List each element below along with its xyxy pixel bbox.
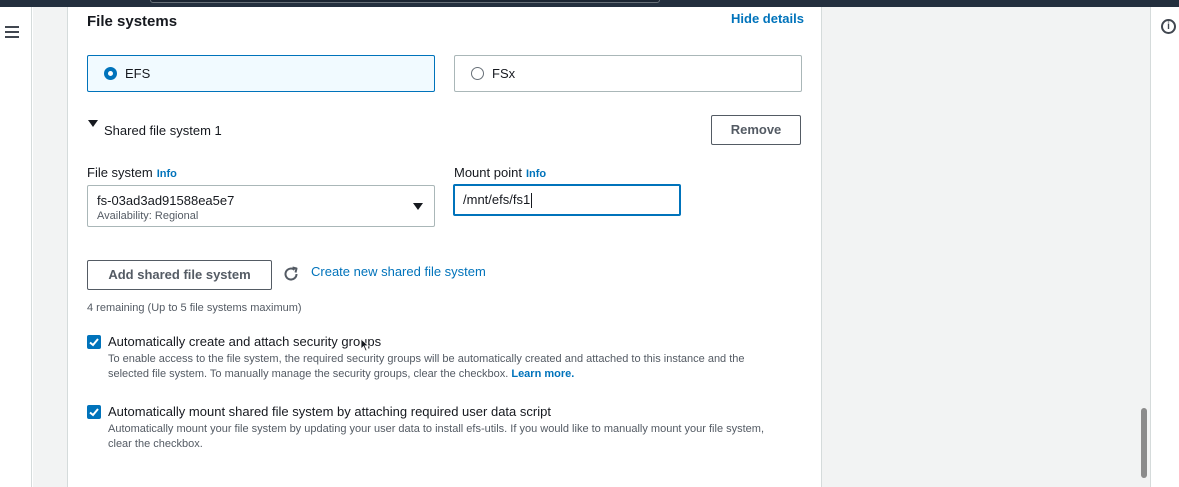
mount-point-input[interactable]: /mnt/efs/fs1	[453, 184, 681, 216]
checkbox-checked-icon	[89, 338, 99, 347]
learn-more-link[interactable]: Learn more.	[511, 368, 574, 380]
checkbox-checked-icon	[89, 408, 99, 417]
refresh-icon[interactable]	[282, 265, 300, 283]
auto-mount-option: Automatically mount shared file system b…	[108, 404, 788, 452]
auto-mount-checkbox[interactable]	[87, 405, 101, 419]
security-groups-option: Automatically create and attach security…	[108, 334, 788, 382]
efs-label: EFS	[125, 66, 151, 81]
mount-point-info-link[interactable]: Info	[526, 168, 546, 180]
file-system-select[interactable]: fs-03ad3ad91588ea5e7 Availability: Regio…	[87, 185, 435, 227]
menu-icon[interactable]	[5, 26, 19, 38]
auto-mount-label[interactable]: Automatically mount shared file system b…	[108, 404, 788, 419]
efs-option-tile[interactable]: EFS	[87, 55, 435, 92]
shared-file-system-expander[interactable]: Shared file system 1	[104, 123, 222, 138]
file-system-info-link[interactable]: Info	[157, 168, 177, 180]
scrollbar[interactable]	[1141, 408, 1147, 478]
auto-mount-description: Automatically mount your file system by …	[108, 423, 765, 450]
info-icon[interactable]: i	[1161, 19, 1176, 34]
mount-point-value: /mnt/efs/fs1	[463, 192, 531, 207]
fsx-label: FSx	[492, 66, 516, 81]
remove-button[interactable]: Remove	[711, 115, 801, 145]
cursor-pointer-icon	[360, 338, 370, 352]
add-shared-file-system-button[interactable]: Add shared file system	[87, 260, 272, 290]
top-navigation-bar	[0, 0, 1179, 7]
global-search-input[interactable]	[150, 0, 660, 3]
mount-point-label: Mount point	[454, 165, 522, 180]
text-cursor	[531, 193, 533, 209]
remaining-count-text: 4 remaining (Up to 5 file systems maximu…	[87, 302, 302, 314]
mount-point-field-label: Mount point Info	[454, 164, 546, 182]
file-system-availability: Availability: Regional	[97, 210, 199, 222]
hide-details-link[interactable]: Hide details	[731, 11, 804, 26]
fsx-option-tile[interactable]: FSx	[454, 55, 802, 92]
help-panel-rail: i	[1150, 7, 1179, 487]
section-title: File systems	[87, 13, 178, 30]
radio-unselected-icon[interactable]	[471, 67, 484, 80]
security-groups-description: To enable access to the file system, the…	[108, 352, 788, 382]
file-system-label: File system	[87, 165, 153, 180]
radio-selected-icon[interactable]	[104, 67, 117, 80]
file-system-field-label: File system Info	[87, 164, 177, 182]
side-navigation-collapsed	[0, 7, 32, 487]
security-groups-description-text: To enable access to the file system, the…	[108, 353, 745, 380]
security-groups-checkbox[interactable]	[87, 335, 101, 349]
caret-down-icon[interactable]	[88, 120, 98, 127]
create-new-shared-file-system-link[interactable]: Create new shared file system	[311, 264, 486, 279]
security-groups-label[interactable]: Automatically create and attach security…	[108, 334, 788, 349]
file-system-select-value: fs-03ad3ad91588ea5e7	[97, 193, 235, 208]
chevron-down-icon	[413, 203, 423, 210]
